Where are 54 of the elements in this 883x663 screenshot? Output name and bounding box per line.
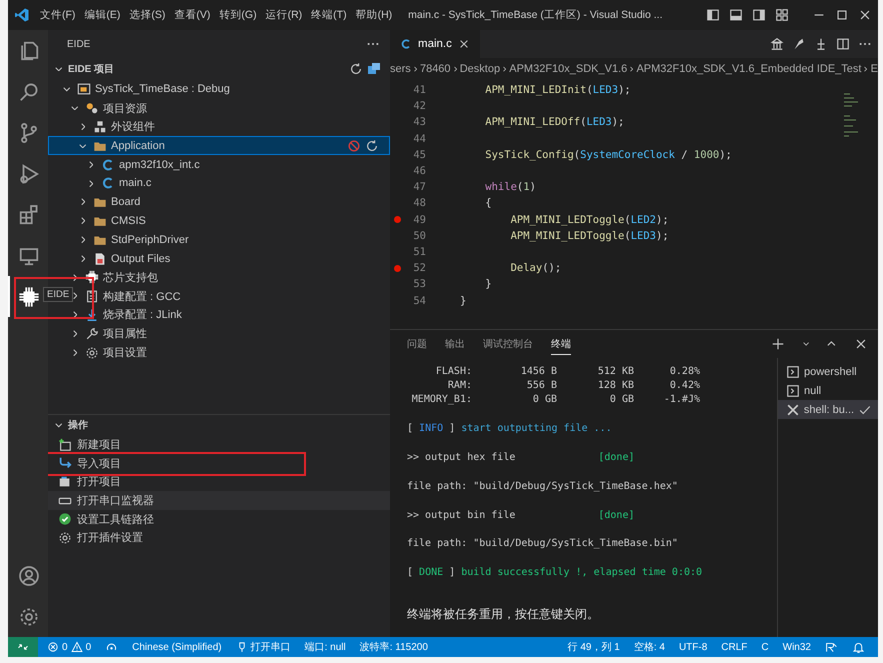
line-number: 43 <box>412 116 426 128</box>
memory-label: FLASH: <box>434 366 472 377</box>
window-title: main.c - SysTick_TimeBase (工作区) - Visual Studio ... <box>407 8 664 22</box>
line-number: 52 <box>412 262 426 274</box>
line-number: 50 <box>412 230 426 242</box>
memory-label: RAM: <box>446 380 472 392</box>
code-line: APM_MINI_LEDToggle(LED2); <box>510 214 669 226</box>
line-number: 51 <box>412 246 426 258</box>
terminal-text: ] <box>448 567 456 578</box>
terminal-text: build successfully !, elapsed time 0:0:0 <box>461 567 702 578</box>
terminal-text: [ <box>407 423 414 434</box>
memory-total: 0 GB <box>608 394 634 406</box>
code-line: Delay(); <box>510 262 562 274</box>
tooltip: EIDE <box>43 287 74 302</box>
code-line: while(1) <box>484 181 536 194</box>
code-line: APM_MINI_LEDToggle(LED3); <box>510 230 669 242</box>
line-number: 41 <box>412 84 426 96</box>
line-number: 45 <box>412 148 426 161</box>
terminal-text: file path: "build/Debug/SysTick_TimeBase.bin" <box>407 538 678 550</box>
line-number: 49 <box>412 214 426 226</box>
terminal-text: >> output hex file <box>407 452 516 464</box>
line-number: 48 <box>412 197 426 210</box>
terminal-text: ] <box>448 423 456 434</box>
line-number: 54 <box>412 294 426 307</box>
line-number: 44 <box>412 132 426 145</box>
code-line: } <box>484 278 492 290</box>
code-line: SysTick_Config(SystemCoreClock / 1000); <box>484 148 732 161</box>
terminal-notice: 终端将被任务重用，按任意键关闭。 <box>407 606 600 623</box>
line-number: 46 <box>412 165 426 178</box>
line-number: 53 <box>412 278 426 290</box>
status-text: [done] <box>598 510 634 521</box>
code-line: APM_MINI_LEDInit(LED3); <box>484 84 631 96</box>
terminal-text: file path: "build/Debug/SysTick_TimeBase.hex" <box>407 480 678 492</box>
line-number: 42 <box>412 100 426 112</box>
memory-total: 128 KB <box>596 380 634 392</box>
code-line: } <box>460 294 466 307</box>
terminal-text: start outputting file ... <box>461 423 612 434</box>
memory-used: 556 B <box>526 380 557 392</box>
terminal-text: INFO <box>419 423 444 434</box>
memory-percent: -1.#J% <box>662 394 700 406</box>
code-line: APM_MINI_LEDOff(LED3); <box>484 116 624 128</box>
memory-percent: 0.42% <box>668 380 700 392</box>
memory-label: MEMORY_B1: <box>410 394 472 406</box>
code-line: { <box>484 197 492 210</box>
memory-percent: 0.28% <box>668 366 700 377</box>
terminal-text: DONE <box>419 567 444 578</box>
terminal-text: [ <box>407 567 414 578</box>
terminal-text: >> output bin file <box>407 510 516 521</box>
memory-total: 512 KB <box>596 366 634 377</box>
line-number: 47 <box>412 181 426 194</box>
status-text: [done] <box>598 452 634 464</box>
memory-used: 0 GB <box>532 394 557 406</box>
memory-used: 1456 B <box>520 366 557 377</box>
sidebar-title: EIDE <box>67 38 90 50</box>
